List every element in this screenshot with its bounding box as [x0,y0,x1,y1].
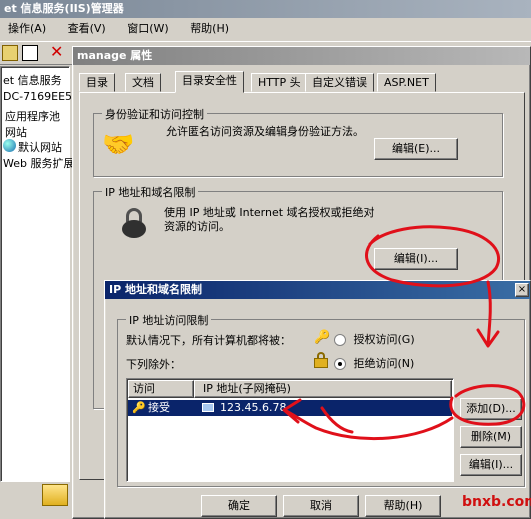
folder-up-icon[interactable] [2,45,18,61]
tree-node-default-site[interactable]: 默认网站 [18,139,62,155]
taskbar-folder-icon[interactable] [42,484,68,506]
column-access-label: 访问 [133,382,155,395]
ip-dialog-close-button[interactable]: × [515,283,529,297]
grant-radio-row[interactable]: 授权访问(G) [334,331,415,347]
table-row[interactable]: 🔑 接受 123.45.6.78 [128,400,452,416]
properties-title: manage 属性 [77,49,153,62]
grant-radio-label: 授权访问(G) [353,333,415,346]
edit-ip-button-label: 编辑(I)... [468,458,514,471]
tree-node[interactable]: et 信息服务 [3,72,62,88]
properties-titlebar: manage 属性 [73,47,530,65]
ok-button[interactable]: 确定 [201,495,277,517]
tree-node[interactable]: 网站 [5,124,27,140]
ip-dialog-title: IP 地址和域名限制 [109,283,202,296]
deny-radio-row[interactable]: 拒绝访问(N) [334,355,414,371]
tree-pane: et 信息服务 DC-7169EE5B 应用程序池 网站 默认网站 Web 服务… [0,66,80,482]
row-access: 接受 [148,401,170,414]
auth-edit-label: 编辑(E)... [391,142,441,155]
add-button[interactable]: 添加(D)... [460,398,522,420]
padlock-icon [314,352,328,368]
delete-icon[interactable]: ✕ [50,43,63,61]
properties-tabs: 目录 文档 目录安全性 HTTP 头 自定义错误 ASP.NET [79,71,525,93]
tab-documents[interactable]: 文档 [125,73,161,92]
auth-group: 身份验证和访问控制 🤝 允许匿名访问资源及编辑身份验证方法。 编辑(E)... [93,106,503,177]
menu-view[interactable]: 查看(V) [68,22,106,35]
ip-access-group-label: IP 地址访问限制 [126,312,212,328]
menu-action[interactable]: 操作(A) [8,22,46,35]
handshake-icon: 🤝 [102,130,135,160]
remove-button[interactable]: 删除(M) [460,426,522,448]
key-icon: 🔑 [132,401,146,414]
tree-node[interactable]: Web 服务扩展 [3,155,74,171]
column-ip-header[interactable]: IP 地址(子网掩码) [194,380,452,398]
ip-description: 使用 IP 地址或 Internet 域名授权或拒绝对资源的访问。 [164,206,375,233]
watermark: bnxb.com [462,494,531,510]
ip-dialog-titlebar: IP 地址和域名限制 [105,281,530,299]
show-tree-icon[interactable] [22,45,38,61]
globe-icon [3,139,16,152]
add-button-label: 添加(D)... [466,402,516,415]
menu-help[interactable]: 帮助(H) [190,22,229,35]
lock-icon [122,208,146,238]
except-text: 下列除外： [126,358,181,371]
tab-directory[interactable]: 目录 [79,73,115,92]
iis-menubar: 操作(A) 查看(V) 窗口(W) 帮助(H) [0,19,531,39]
tab-directory-security[interactable]: 目录安全性 [175,71,244,93]
auth-group-label: 身份验证和访问控制 [102,106,207,122]
edit-ip-button[interactable]: 编辑(I)... [460,454,522,476]
computer-icon [202,403,214,412]
cancel-button[interactable]: 取消 [283,495,359,517]
tab-aspnet[interactable]: ASP.NET [377,73,436,92]
tab-http-headers[interactable]: HTTP 头 [251,73,308,92]
ip-edit-button[interactable]: 编辑(I)... [374,248,458,270]
column-access-header[interactable]: 访问 [128,380,194,398]
ok-button-label: 确定 [228,499,250,512]
menu-window[interactable]: 窗口(W) [127,22,168,35]
default-text: 默认情况下，所有计算机都将被： [126,334,291,347]
column-ip-label: IP 地址(子网掩码) [203,382,291,395]
iis-titlebar: et 信息服务(IIS)管理器 [0,0,531,18]
ip-access-group: IP 地址访问限制 默认情况下，所有计算机都将被： 🔑 授权访问(G) 下列除外… [117,312,525,487]
deny-radio-label: 拒绝访问(N) [353,357,415,370]
key-icon: 🔑 [314,330,331,345]
grant-radio[interactable] [334,334,346,346]
ip-list[interactable]: 访问 IP 地址(子网掩码) 🔑 接受 123.45.6.78 [126,378,454,482]
ip-restrictions-dialog: IP 地址和域名限制 × IP 地址访问限制 默认情况下，所有计算机都将被： 🔑… [104,280,531,519]
help-button[interactable]: 帮助(H) [365,495,441,517]
deny-radio[interactable] [334,358,346,370]
tab-custom-errors[interactable]: 自定义错误 [305,73,374,92]
cancel-button-label: 取消 [310,499,332,512]
row-ip: 123.45.6.78 [220,401,287,414]
close-icon: × [517,284,527,295]
ip-group-label: IP 地址和域名限制 [102,184,199,200]
tree-node[interactable]: DC-7169EE5B [3,90,80,103]
iis-title: et 信息服务(IIS)管理器 [4,2,124,15]
auth-edit-button[interactable]: 编辑(E)... [374,138,458,160]
remove-button-label: 删除(M) [470,430,512,443]
ip-edit-label: 编辑(I)... [393,252,439,265]
help-button-label: 帮助(H) [383,499,423,512]
auth-description: 允许匿名访问资源及编辑身份验证方法。 [166,125,364,138]
tree-node[interactable]: 应用程序池 [5,108,60,124]
